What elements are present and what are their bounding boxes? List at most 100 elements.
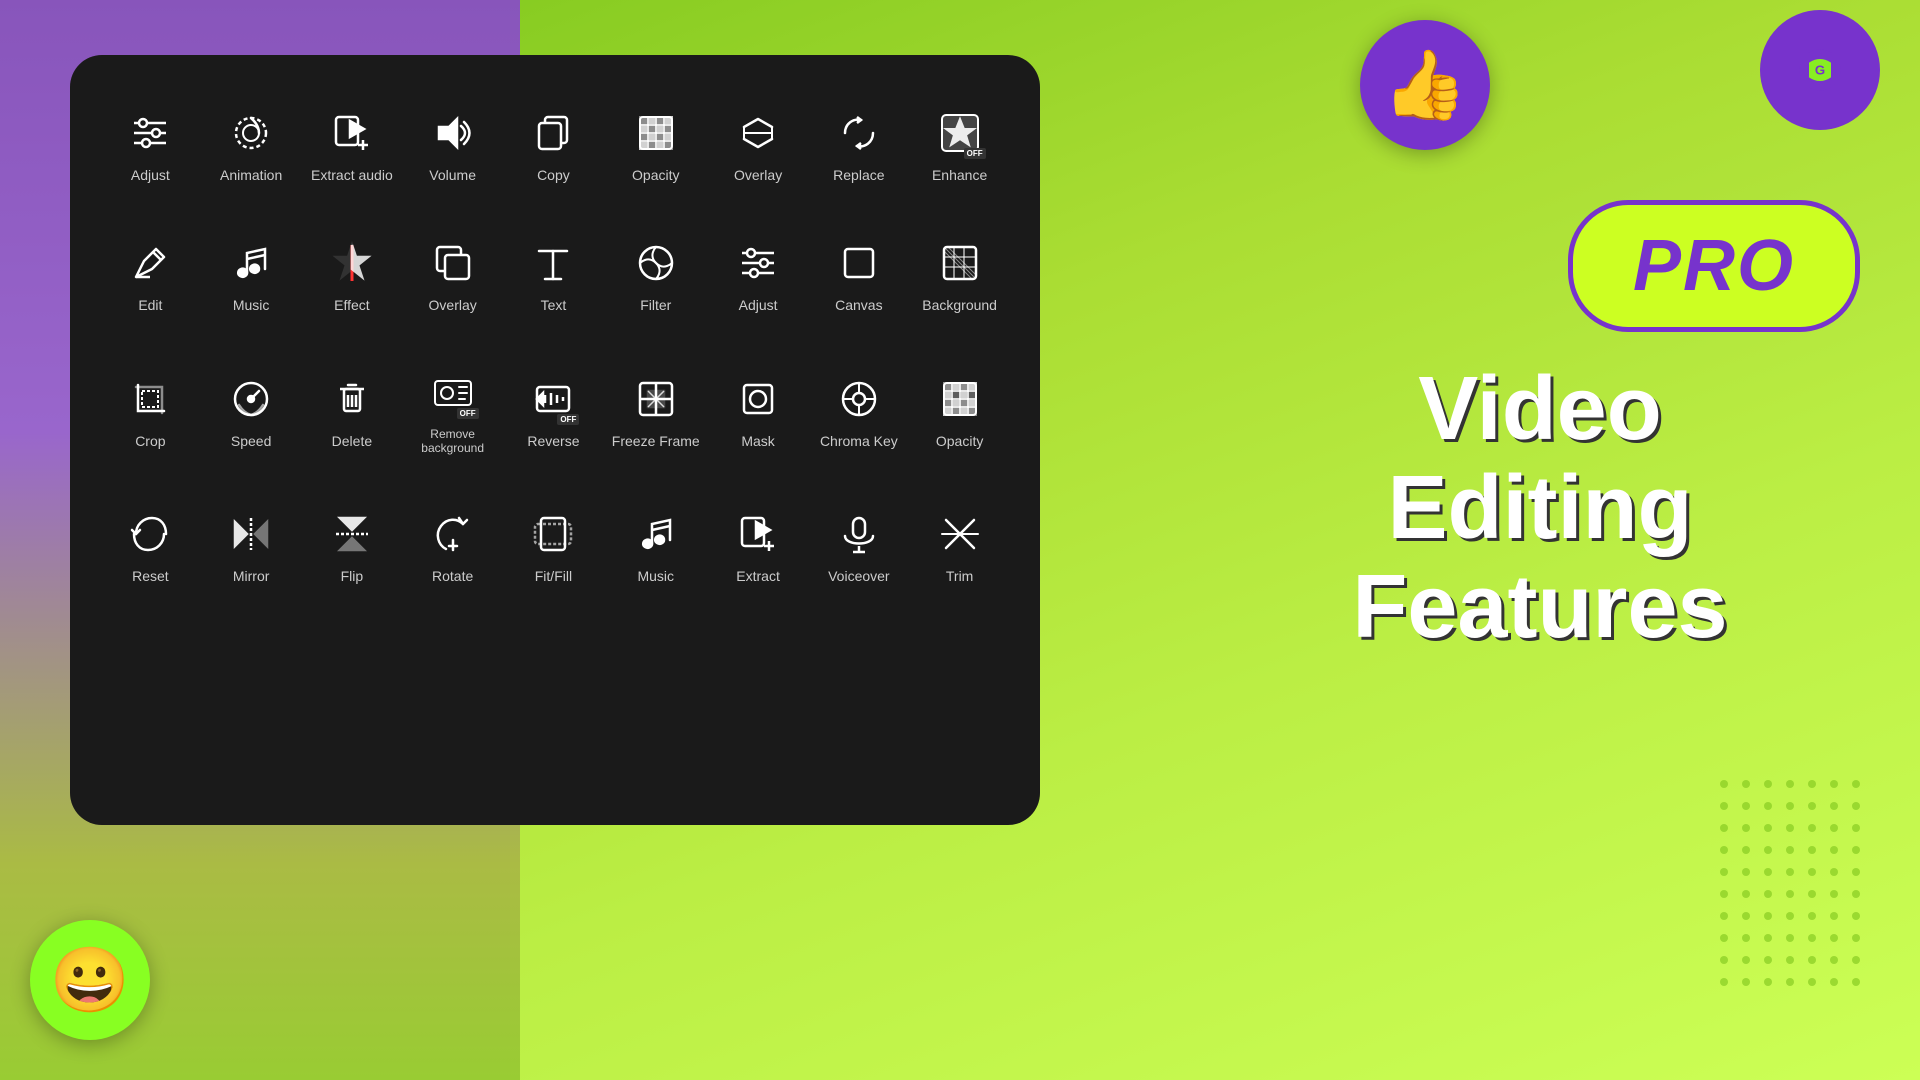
tool-remove-bg[interactable]: OFF Remove background bbox=[402, 355, 503, 468]
tool-adjust2[interactable]: Adjust bbox=[708, 225, 809, 326]
fit-fill-icon bbox=[527, 508, 579, 560]
mirror-icon bbox=[225, 508, 277, 560]
pro-text: PRO bbox=[1633, 226, 1795, 306]
vef-line2: Editing bbox=[1200, 459, 1880, 558]
speed-label: Speed bbox=[231, 433, 271, 450]
music2-label: Music bbox=[637, 568, 674, 585]
row-divider-1 bbox=[100, 210, 1010, 211]
tool-reverse[interactable]: OFF Reverse bbox=[503, 355, 604, 468]
vef-line1: Video bbox=[1200, 360, 1880, 459]
remove-bg-icon: OFF bbox=[427, 367, 479, 419]
music-label: Music bbox=[233, 297, 270, 314]
tool-overlay2[interactable]: Overlay bbox=[402, 225, 503, 326]
row-divider-3 bbox=[100, 481, 1010, 482]
tool-effect[interactable]: Effect bbox=[302, 225, 403, 326]
reverse-label: Reverse bbox=[527, 433, 579, 450]
tool-reset[interactable]: Reset bbox=[100, 496, 201, 597]
tool-overlay[interactable]: Overlay bbox=[708, 95, 809, 196]
reset-label: Reset bbox=[132, 568, 169, 585]
logo-button[interactable]: G bbox=[1760, 10, 1880, 130]
text-label: Text bbox=[541, 297, 567, 314]
tool-enhance[interactable]: OFF Enhance bbox=[909, 95, 1010, 196]
overlay2-icon bbox=[427, 237, 479, 289]
background-label: Background bbox=[922, 297, 997, 314]
volume-icon bbox=[427, 107, 479, 159]
copy-icon bbox=[527, 107, 579, 159]
tool-opacity2[interactable]: Opacity bbox=[909, 355, 1010, 468]
crop-label: Crop bbox=[135, 433, 165, 450]
voiceover-icon bbox=[833, 508, 885, 560]
reset-icon bbox=[124, 508, 176, 560]
chroma-key-label: Chroma Key bbox=[820, 433, 898, 450]
extract-icon bbox=[732, 508, 784, 560]
svg-text:G: G bbox=[1815, 62, 1825, 77]
edit-icon bbox=[124, 237, 176, 289]
edit-label: Edit bbox=[138, 297, 162, 314]
crop-icon bbox=[124, 373, 176, 425]
tool-text[interactable]: Text bbox=[503, 225, 604, 326]
replace-label: Replace bbox=[833, 167, 884, 184]
tool-mirror[interactable]: Mirror bbox=[201, 496, 302, 597]
text-icon bbox=[527, 237, 579, 289]
canvas-label: Canvas bbox=[835, 297, 882, 314]
tools-grid: Adjust Animation bbox=[100, 95, 1010, 597]
tool-delete[interactable]: Delete bbox=[302, 355, 403, 468]
trim-label: Trim bbox=[946, 568, 973, 585]
vef-section: Video Editing Features bbox=[1200, 360, 1880, 657]
music-icon bbox=[225, 237, 277, 289]
tool-animation[interactable]: Animation bbox=[201, 95, 302, 196]
tool-opacity[interactable]: Opacity bbox=[604, 95, 708, 196]
filter-label: Filter bbox=[640, 297, 671, 314]
enhance-label: Enhance bbox=[932, 167, 987, 184]
vef-line3: Features bbox=[1200, 558, 1880, 657]
tool-canvas[interactable]: Canvas bbox=[808, 225, 909, 326]
tool-copy[interactable]: Copy bbox=[503, 95, 604, 196]
extract-audio-icon bbox=[326, 107, 378, 159]
filter-icon bbox=[630, 237, 682, 289]
tool-edit[interactable]: Edit bbox=[100, 225, 201, 326]
freeze-frame-label: Freeze Frame bbox=[612, 433, 700, 450]
tool-background[interactable]: Background bbox=[909, 225, 1010, 326]
tool-crop[interactable]: Crop bbox=[100, 355, 201, 468]
speed-icon bbox=[225, 373, 277, 425]
tool-extract[interactable]: Extract bbox=[708, 496, 809, 597]
opacity2-icon bbox=[934, 373, 986, 425]
tool-rotate[interactable]: Rotate bbox=[402, 496, 503, 597]
main-panel: Adjust Animation bbox=[70, 55, 1040, 825]
opacity-label: Opacity bbox=[632, 167, 679, 184]
animation-label: Animation bbox=[220, 167, 282, 184]
tool-volume[interactable]: Volume bbox=[402, 95, 503, 196]
adjust2-icon bbox=[732, 237, 784, 289]
volume-label: Volume bbox=[429, 167, 476, 184]
animation-icon bbox=[225, 107, 277, 159]
tool-music2[interactable]: Music bbox=[604, 496, 708, 597]
tool-flip[interactable]: Flip bbox=[302, 496, 403, 597]
tool-trim[interactable]: Trim bbox=[909, 496, 1010, 597]
overlay2-label: Overlay bbox=[429, 297, 477, 314]
tool-speed[interactable]: Speed bbox=[201, 355, 302, 468]
mirror-label: Mirror bbox=[233, 568, 270, 585]
adjust-label: Adjust bbox=[131, 167, 170, 184]
effect-icon bbox=[326, 237, 378, 289]
delete-label: Delete bbox=[332, 433, 372, 450]
tool-music[interactable]: Music bbox=[201, 225, 302, 326]
mask-label: Mask bbox=[741, 433, 774, 450]
extract-audio-label: Extract audio bbox=[311, 167, 393, 184]
tool-voiceover[interactable]: Voiceover bbox=[808, 496, 909, 597]
mask-icon bbox=[732, 373, 784, 425]
tool-chroma-key[interactable]: Chroma Key bbox=[808, 355, 909, 468]
music2-icon bbox=[630, 508, 682, 560]
tool-adjust[interactable]: Adjust bbox=[100, 95, 201, 196]
replace-icon bbox=[833, 107, 885, 159]
tool-fit-fill[interactable]: Fit/Fill bbox=[503, 496, 604, 597]
tool-filter[interactable]: Filter bbox=[604, 225, 708, 326]
tool-mask[interactable]: Mask bbox=[708, 355, 809, 468]
fit-fill-label: Fit/Fill bbox=[535, 568, 572, 585]
tool-replace[interactable]: Replace bbox=[808, 95, 909, 196]
thumbs-up-button[interactable]: 👍 bbox=[1360, 20, 1490, 150]
voiceover-label: Voiceover bbox=[828, 568, 889, 585]
pro-badge: PRO bbox=[1568, 200, 1860, 332]
tool-freeze-frame[interactable]: Freeze Frame bbox=[604, 355, 708, 468]
adjust-icon bbox=[124, 107, 176, 159]
tool-extract-audio[interactable]: Extract audio bbox=[302, 95, 403, 196]
